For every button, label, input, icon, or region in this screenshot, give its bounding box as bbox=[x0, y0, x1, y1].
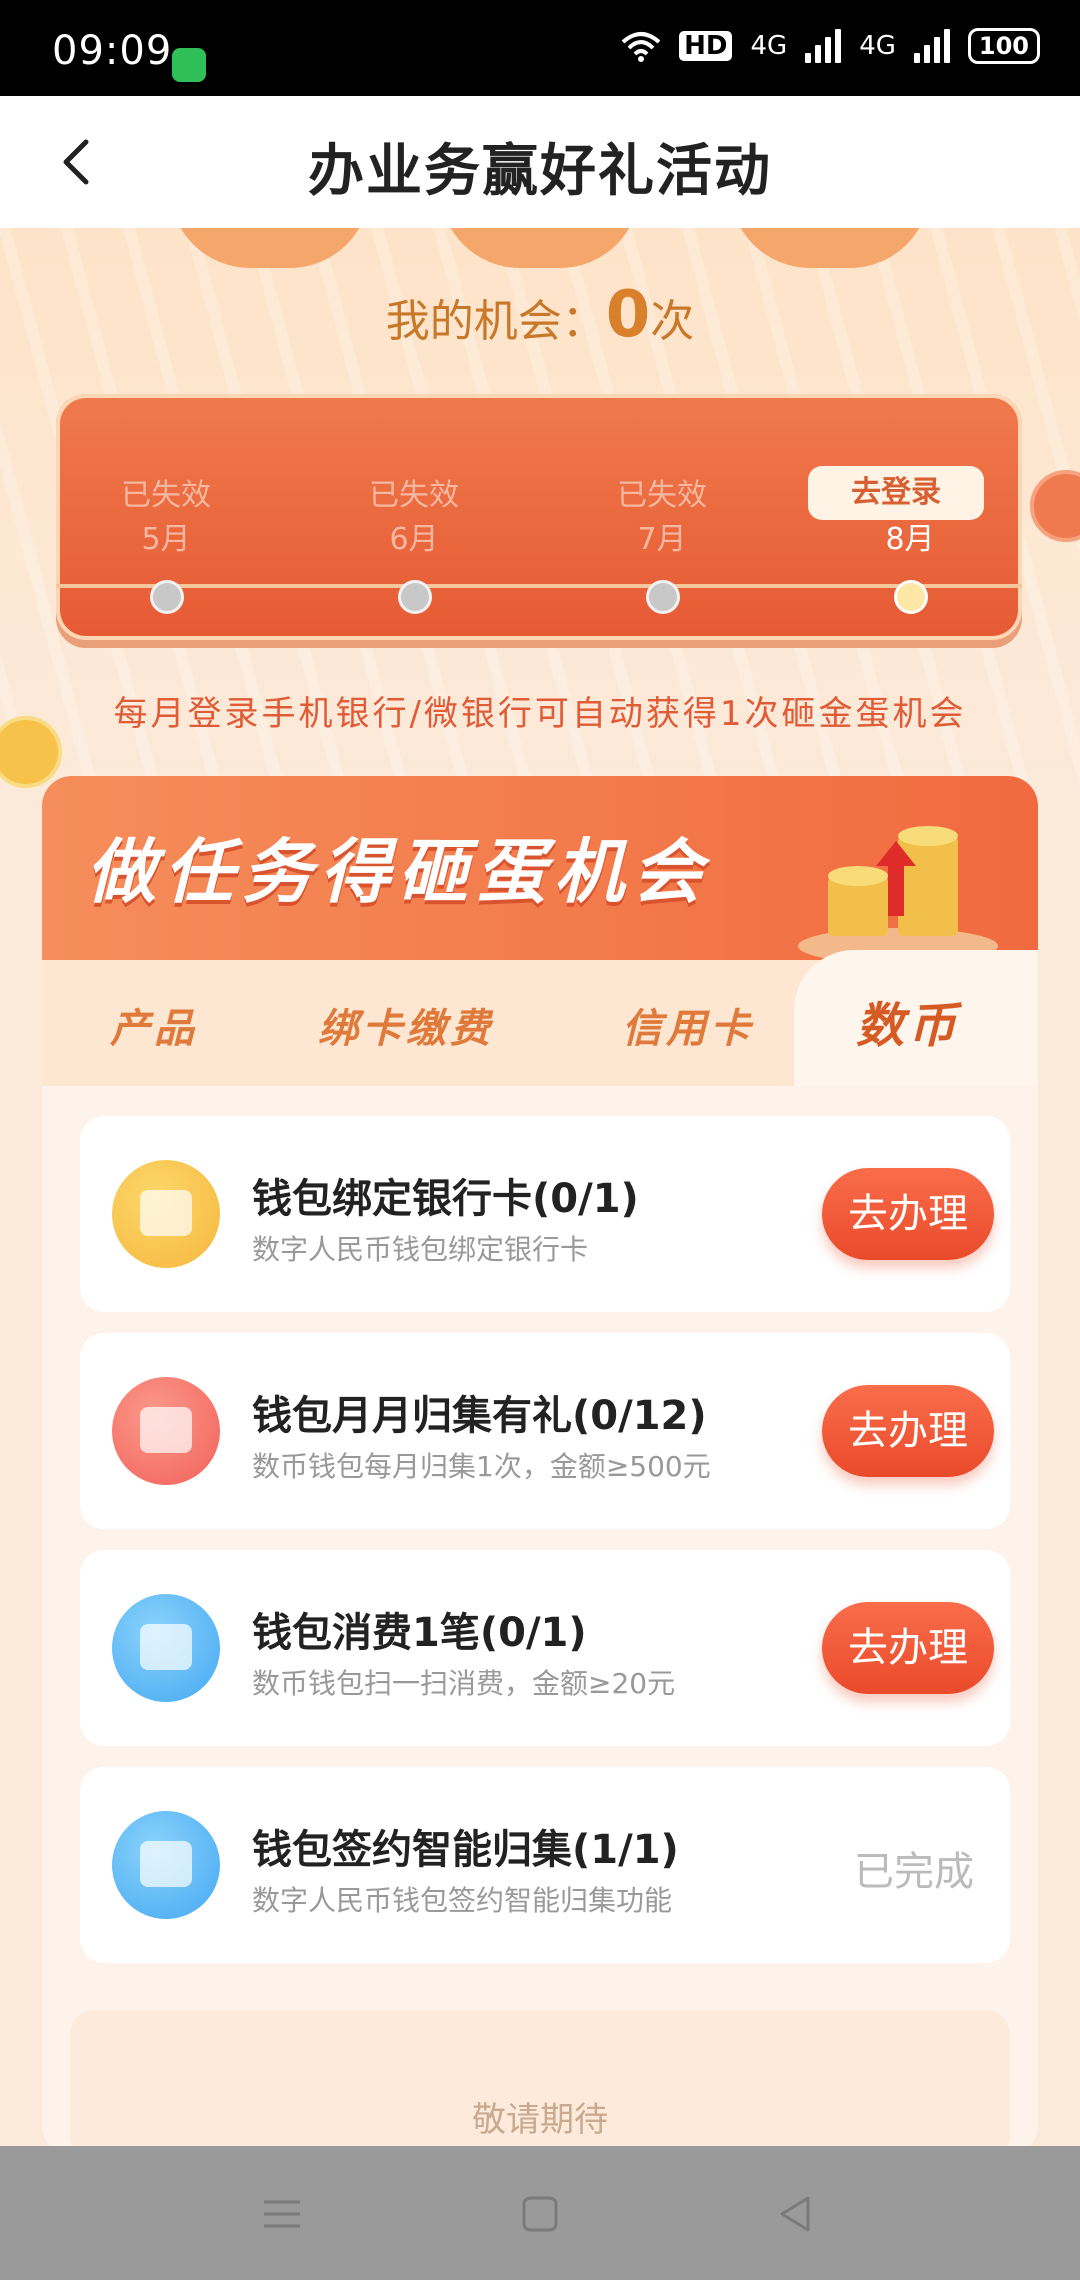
completed-label: 已完成 bbox=[854, 1849, 974, 1895]
timeline-dot bbox=[150, 580, 184, 614]
tab-bind-card[interactable]: 绑卡缴费 bbox=[318, 996, 494, 1054]
timeline-dot bbox=[894, 580, 928, 614]
shopping-bag-icon bbox=[112, 1594, 220, 1702]
task-item: 钱包绑定银行卡(0/1) 数字人民币钱包绑定银行卡 去办理 bbox=[80, 1116, 1010, 1312]
network-label-1: 4G bbox=[750, 31, 788, 61]
month-item: 已失效 5月 bbox=[86, 474, 246, 614]
month-status: 已失效 bbox=[369, 478, 459, 513]
month-label: 5月 bbox=[141, 522, 191, 557]
task-desc: 数字人民币钱包绑定银行卡 bbox=[252, 1233, 589, 1266]
task-desc: 数币钱包每月归集1次，金额≥500元 bbox=[252, 1450, 711, 1483]
status-bar: 09:09 HD 4G 4G 100 bbox=[0, 0, 1080, 96]
task-name: 钱包签约智能归集(1/1) bbox=[252, 1827, 679, 1873]
signal-icon-2 bbox=[913, 29, 950, 63]
signal-icon-1 bbox=[805, 29, 842, 63]
app-header: 办业务赢好礼活动 bbox=[0, 96, 1080, 228]
rule-text: 每月登录手机银行/微银行可自动获得1次砸金蛋机会 bbox=[113, 694, 967, 734]
month-status: 已失效 bbox=[617, 478, 707, 513]
month-label: 6月 bbox=[389, 522, 439, 557]
system-nav-bar bbox=[0, 2146, 1080, 2280]
status-time: 09:09 bbox=[52, 28, 173, 74]
task-tabs: 产品 绑卡缴费 信用卡 数币 bbox=[42, 950, 1038, 1100]
timeline-line bbox=[56, 584, 1022, 588]
month-status: 已失效 bbox=[121, 478, 211, 513]
coming-soon-card: 敬请期待 bbox=[70, 2010, 1010, 2156]
task-name: 钱包消费1笔(0/1) bbox=[252, 1610, 587, 1656]
tab-digital-currency[interactable]: 数币 bbox=[856, 986, 960, 1056]
go-login-button[interactable]: 去登录 bbox=[808, 466, 984, 520]
wifi-icon bbox=[621, 32, 661, 62]
go-handle-button[interactable]: 去办理 bbox=[822, 1168, 994, 1260]
task-item: 钱包消费1笔(0/1) 数币钱包扫一扫消费，金额≥20元 去办理 bbox=[80, 1550, 1010, 1746]
coming-soon-text: 敬请期待 bbox=[472, 2100, 608, 2140]
month-label: 8月 bbox=[885, 522, 935, 557]
calendar-clock-icon bbox=[112, 1377, 220, 1485]
task-header: 做任务得砸蛋机会 bbox=[42, 776, 1038, 976]
network-label-2: 4G bbox=[859, 31, 896, 61]
page-title: 办业务赢好礼活动 bbox=[308, 139, 772, 204]
my-chances: 我的机会：0次 bbox=[0, 278, 1080, 352]
go-handle-button[interactable]: 去办理 bbox=[822, 1385, 994, 1477]
chance-count: 0 bbox=[605, 278, 651, 352]
tab-credit-card[interactable]: 信用卡 bbox=[622, 996, 754, 1054]
tab-product[interactable]: 产品 bbox=[110, 996, 198, 1054]
message-app-icon bbox=[172, 48, 206, 82]
timeline-dot bbox=[646, 580, 680, 614]
chance-prefix: 我的机会： bbox=[385, 296, 606, 347]
menu-icon[interactable] bbox=[258, 2190, 306, 2238]
gold-coins-icon bbox=[798, 826, 998, 964]
timeline-dot bbox=[398, 580, 432, 614]
month-label: 7月 bbox=[637, 522, 687, 557]
chance-suffix: 次 bbox=[650, 296, 695, 347]
back-triangle-icon[interactable] bbox=[772, 2190, 820, 2238]
hd-badge: HD bbox=[679, 31, 733, 61]
status-right: HD 4G 4G 100 bbox=[621, 28, 1040, 64]
task-desc: 数字人民币钱包签约智能归集功能 bbox=[252, 1884, 673, 1917]
link-card-icon bbox=[112, 1160, 220, 1268]
task-name: 钱包绑定银行卡(0/1) bbox=[252, 1176, 639, 1222]
task-desc: 数币钱包扫一扫消费，金额≥20元 bbox=[252, 1667, 676, 1700]
month-item: 已失效 7月 bbox=[582, 474, 742, 614]
task-item: 钱包月月归集有礼(0/12) 数币钱包每月归集1次，金额≥500元 去办理 bbox=[80, 1333, 1010, 1529]
task-section-title: 做任务得砸蛋机会 bbox=[86, 831, 710, 913]
home-square-icon[interactable] bbox=[516, 2190, 564, 2238]
battery-icon: 100 bbox=[967, 28, 1040, 64]
task-item: 钱包签约智能归集(1/1) 数字人民币钱包签约智能归集功能 已完成 bbox=[80, 1767, 1010, 1963]
month-item: 已失效 6月 bbox=[334, 474, 494, 614]
task-name: 钱包月月归集有礼(0/12) bbox=[252, 1393, 707, 1439]
go-handle-button[interactable]: 去办理 bbox=[822, 1602, 994, 1694]
task-list: 钱包绑定银行卡(0/1) 数字人民币钱包绑定银行卡 去办理 钱包月月归集有礼(0… bbox=[42, 1086, 1038, 2156]
download-box-icon bbox=[112, 1811, 220, 1919]
task-section: 做任务得砸蛋机会 产品 绑卡缴费 信用卡 数币 钱包绑定银行卡(0/1) 数字人… bbox=[42, 776, 1038, 2156]
